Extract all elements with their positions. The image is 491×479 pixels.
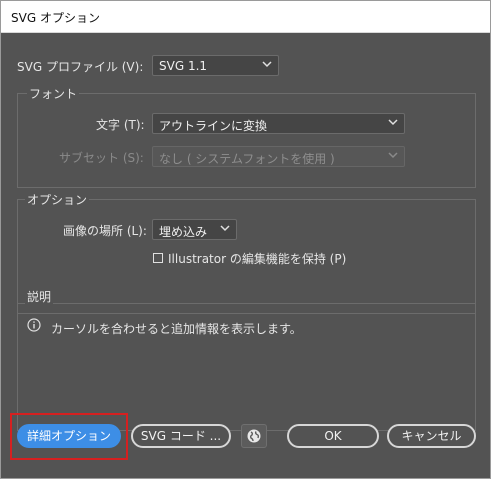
globe-icon: [247, 429, 261, 443]
type-value: アウトラインに変換: [159, 119, 268, 133]
svg-code-button[interactable]: SVG コード ...: [131, 424, 231, 448]
type-label: 文字 (T):: [96, 118, 145, 132]
dialog-body: SVG プロファイル (V): SVG 1.1 フォント 文字 (T): アウト…: [1, 33, 490, 478]
font-section: [17, 93, 476, 188]
preserve-editing-checkbox[interactable]: [153, 253, 163, 263]
description-section-title: 説明: [25, 288, 54, 305]
subset-label: サブセット (S):: [59, 151, 144, 165]
window-title: SVG オプション: [11, 11, 100, 25]
profile-value: SVG 1.1: [159, 59, 208, 73]
subset-value: なし ( システムフォントを使用 ): [159, 152, 335, 166]
chevron-down-icon: [220, 225, 230, 232]
chevron-down-icon: [388, 119, 398, 126]
advanced-options-button[interactable]: 詳細オプション: [17, 424, 121, 448]
cancel-button[interactable]: キャンセル: [387, 424, 476, 448]
info-icon: [27, 318, 41, 332]
chevron-down-icon: [388, 152, 398, 159]
image-location-select[interactable]: 埋め込み: [152, 219, 237, 240]
profile-label: SVG プロファイル (V):: [17, 60, 144, 74]
font-section-title: フォント: [27, 85, 80, 102]
web-preview-button[interactable]: [241, 424, 267, 448]
chevron-down-icon: [262, 61, 272, 68]
ok-button[interactable]: OK: [287, 424, 379, 448]
image-location-label: 画像の場所 (L):: [63, 224, 147, 238]
subset-select: なし ( システムフォントを使用 ): [152, 146, 405, 167]
type-select[interactable]: アウトラインに変換: [152, 113, 405, 134]
profile-select[interactable]: SVG 1.1: [152, 55, 279, 76]
preserve-editing-label[interactable]: Illustrator の編集機能を保持 (P): [168, 250, 346, 267]
title-bar: SVG オプション: [1, 1, 490, 33]
image-location-value: 埋め込み: [159, 225, 208, 239]
description-text: カーソルを合わせると追加情報を表示します。: [51, 322, 302, 336]
options-section-title: オプション: [25, 191, 90, 208]
svg-options-dialog: SVG オプション SVG プロファイル (V): SVG 1.1 フォント 文…: [0, 0, 491, 479]
